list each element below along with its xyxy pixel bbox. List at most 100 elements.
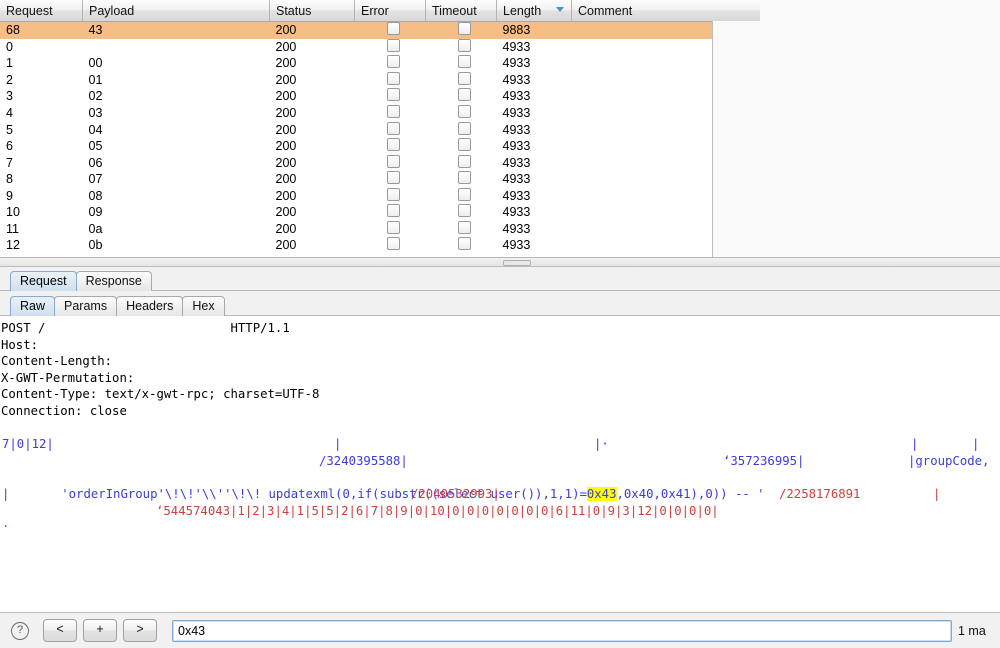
search-next-button[interactable]: > <box>123 619 157 642</box>
table-row[interactable]: 68432009883 <box>0 22 761 39</box>
error-checkbox[interactable] <box>387 39 400 52</box>
cell-timeout <box>426 88 497 105</box>
panel-splitter[interactable] <box>0 257 1000 267</box>
search-add-button[interactable]: + <box>83 619 117 642</box>
timeout-checkbox[interactable] <box>458 72 471 85</box>
cell-status: 200 <box>270 187 355 204</box>
body-line-1-mid2: |· <box>594 436 609 453</box>
table-row[interactable]: 1002004933 <box>0 55 761 72</box>
tab-response[interactable]: Response <box>76 271 152 291</box>
error-checkbox[interactable] <box>387 22 400 35</box>
timeout-checkbox[interactable] <box>458 138 471 151</box>
column-header-length[interactable]: Length <box>497 0 572 22</box>
error-checkbox[interactable] <box>387 171 400 184</box>
timeout-checkbox[interactable] <box>458 122 471 135</box>
table-row[interactable]: 5042004933 <box>0 121 761 138</box>
cell-error <box>355 55 426 72</box>
timeout-checkbox[interactable] <box>458 237 471 250</box>
cell-error <box>355 171 426 188</box>
timeout-checkbox[interactable] <box>458 88 471 101</box>
splitter-grip[interactable] <box>503 260 531 266</box>
cell-timeout <box>426 39 497 56</box>
cell-length: 4933 <box>497 39 572 56</box>
error-checkbox[interactable] <box>387 204 400 217</box>
tab-request[interactable]: Request <box>10 271 77 291</box>
timeout-checkbox[interactable] <box>458 155 471 168</box>
cell-timeout <box>426 72 497 89</box>
search-previous-button[interactable]: < <box>43 619 77 642</box>
body-line-2: /3240395588| ‘357236995| |groupCode, <box>1 453 1000 470</box>
cell-request: 10 <box>0 204 83 221</box>
cell-payload: 00 <box>83 55 270 72</box>
table-row[interactable]: 8072004933 <box>0 171 761 188</box>
cell-request: 1 <box>0 55 83 72</box>
table-row[interactable]: 120b2004933 <box>0 237 761 254</box>
cell-payload: 01 <box>83 72 270 89</box>
column-header-error[interactable]: Error <box>355 0 426 22</box>
tab-raw[interactable]: Raw <box>10 296 55 316</box>
table-row[interactable]: 7062004933 <box>0 154 761 171</box>
timeout-checkbox[interactable] <box>458 171 471 184</box>
request-message-editor[interactable]: POST / HTTP/1.1 Host: Content-Length: X-… <box>0 316 1000 612</box>
timeout-checkbox[interactable] <box>458 39 471 52</box>
error-checkbox[interactable] <box>387 138 400 151</box>
error-checkbox[interactable] <box>387 72 400 85</box>
cell-status: 200 <box>270 237 355 254</box>
table-row[interactable]: 10092004933 <box>0 204 761 221</box>
cell-payload: 09 <box>83 204 270 221</box>
attack-results-table[interactable]: Request Payload Status Error Timeout Len… <box>0 0 761 254</box>
header-content-type: Content-Type: text/x-gwt-rpc; charset=UT… <box>1 386 1000 403</box>
table-row[interactable]: 2012004933 <box>0 72 761 89</box>
column-header-payload[interactable]: Payload <box>83 0 270 22</box>
error-checkbox[interactable] <box>387 237 400 250</box>
error-checkbox[interactable] <box>387 105 400 118</box>
error-checkbox[interactable] <box>387 88 400 101</box>
cell-timeout <box>426 187 497 204</box>
tab-hex[interactable]: Hex <box>182 296 224 316</box>
body-line-6: . <box>1 519 1000 536</box>
sort-descending-icon[interactable] <box>556 7 564 12</box>
timeout-checkbox[interactable] <box>458 105 471 118</box>
timeout-checkbox[interactable] <box>458 55 471 68</box>
table-row[interactable]: 3022004933 <box>0 88 761 105</box>
column-header-length-label: Length <box>503 4 541 18</box>
cell-payload: 07 <box>83 171 270 188</box>
cell-timeout <box>426 221 497 238</box>
tab-params[interactable]: Params <box>54 296 117 316</box>
error-checkbox[interactable] <box>387 55 400 68</box>
table-row[interactable]: 4032004933 <box>0 105 761 122</box>
cell-status: 200 <box>270 171 355 188</box>
column-header-payload-label: Payload <box>89 4 134 18</box>
error-checkbox[interactable] <box>387 221 400 234</box>
table-row[interactable]: 110a2004933 <box>0 221 761 238</box>
column-header-status[interactable]: Status <box>270 0 355 22</box>
timeout-checkbox[interactable] <box>458 204 471 217</box>
column-header-request[interactable]: Request <box>0 0 83 22</box>
tab-headers[interactable]: Headers <box>116 296 183 316</box>
column-header-status-label: Status <box>276 4 311 18</box>
search-input[interactable]: 0x43 <box>172 620 952 642</box>
results-empty-area <box>712 0 1000 257</box>
error-checkbox[interactable] <box>387 188 400 201</box>
body-line-2-c: |groupCode, <box>908 453 989 470</box>
error-checkbox[interactable] <box>387 122 400 135</box>
body-line-1: 7|0|12| | |· | | <box>1 436 1000 453</box>
cell-payload: 06 <box>83 154 270 171</box>
error-checkbox[interactable] <box>387 155 400 168</box>
cell-timeout <box>426 105 497 122</box>
table-row[interactable]: 6052004933 <box>0 138 761 155</box>
timeout-checkbox[interactable] <box>458 188 471 201</box>
timeout-checkbox[interactable] <box>458 22 471 35</box>
cell-status: 200 <box>270 121 355 138</box>
help-icon[interactable]: ? <box>11 622 29 640</box>
message-primary-tabs: Request Response <box>0 267 1000 291</box>
column-header-comment[interactable]: Comment <box>572 0 761 22</box>
cell-length: 4933 <box>497 72 572 89</box>
body-line-5: ‘544574043|1|2|3|4|1|5|5|2|6|7|8|9|0|10|… <box>1 503 1000 520</box>
cell-status: 200 <box>270 204 355 221</box>
table-row[interactable]: 02004933 <box>0 39 761 56</box>
table-row[interactable]: 9082004933 <box>0 187 761 204</box>
timeout-checkbox[interactable] <box>458 221 471 234</box>
column-header-timeout[interactable]: Timeout <box>426 0 497 22</box>
body-line-3-payload: 'orderInGroup'\!\!'\\''\!\! updatexml(0,… <box>1 469 1000 486</box>
